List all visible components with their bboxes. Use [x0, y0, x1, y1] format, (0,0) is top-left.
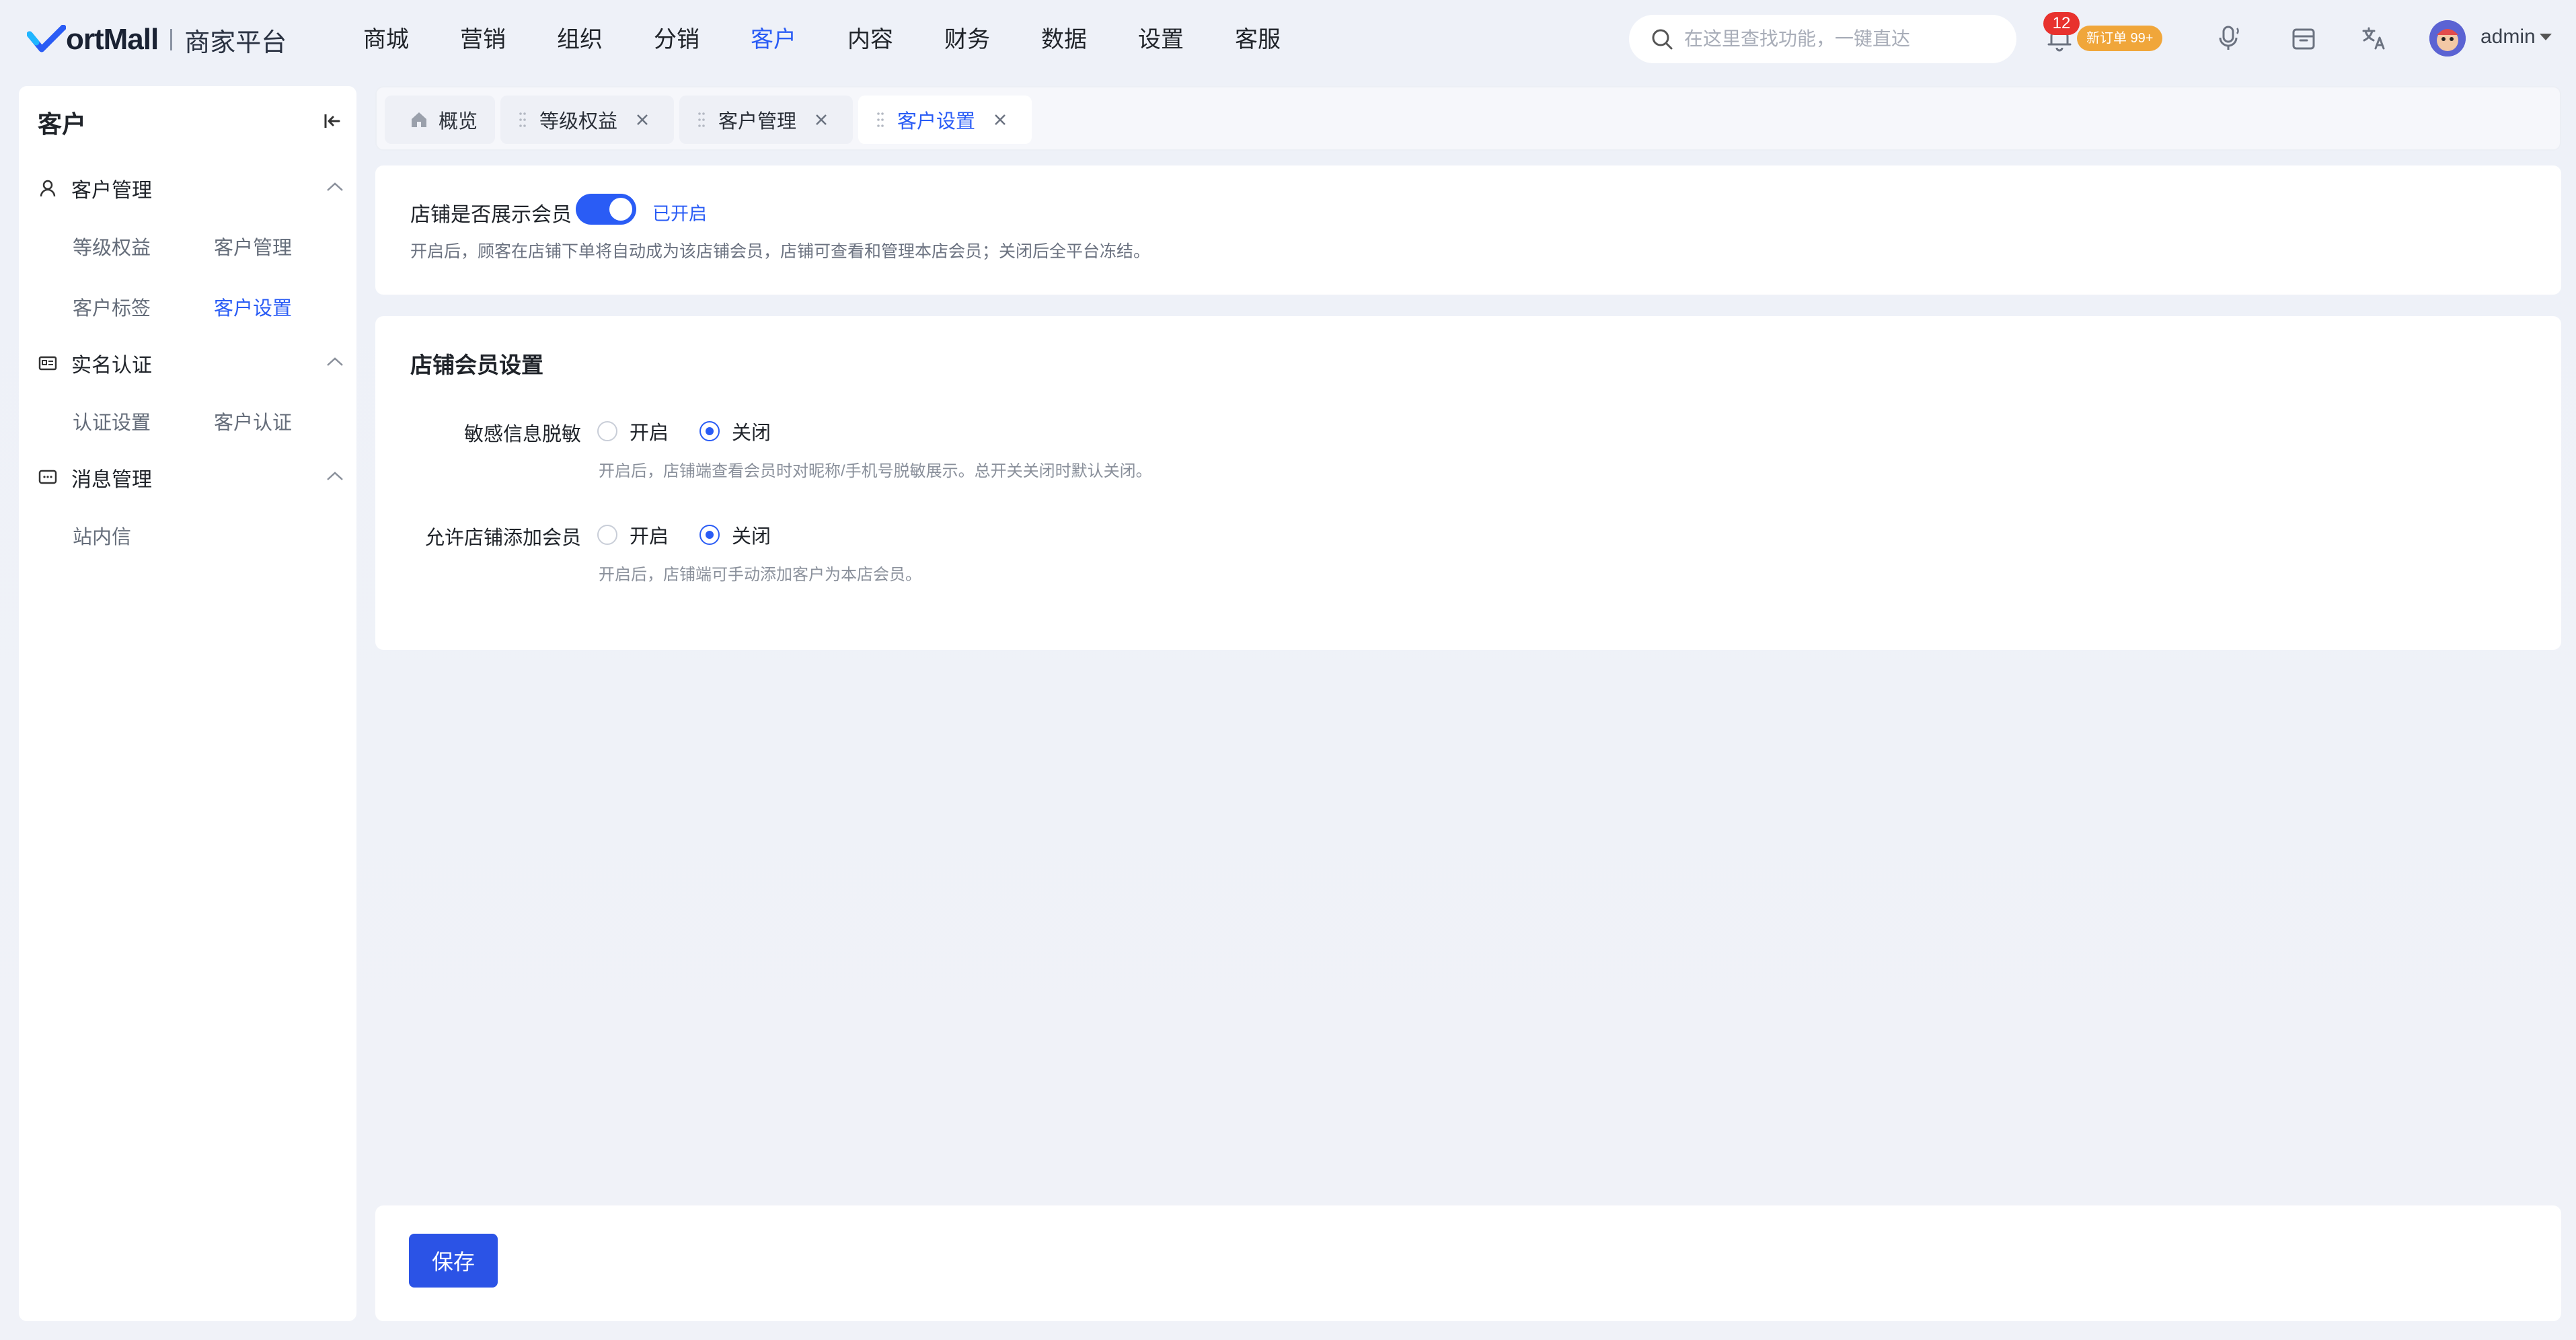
sidebar: 客户 客户管理 等级权益 客户管理 客户标签 客户设置 实名认证 认证设置 客户…: [19, 86, 356, 1321]
user-name[interactable]: admin: [2480, 26, 2536, 48]
brand-subtitle: 商家平台: [184, 28, 287, 57]
sidebar-group-label: 消息管理: [71, 469, 152, 491]
nav-organization[interactable]: 组织: [557, 20, 654, 59]
radio-circle[interactable]: [597, 525, 617, 545]
message-icon: [38, 470, 57, 484]
tab-label: 客户管理: [718, 111, 797, 133]
user-menu-caret-icon[interactable]: [2540, 34, 2552, 40]
close-icon[interactable]: [635, 112, 650, 127]
top-bar: ortMall 商家平台 商城 营销 组织 分销 客户 内容 财务 数据 设置 …: [0, 0, 2576, 79]
close-icon[interactable]: [993, 112, 1008, 127]
nav-data[interactable]: 数据: [1041, 20, 1138, 59]
nav-settings[interactable]: 设置: [1138, 20, 1235, 59]
avatar-face-icon: [2429, 20, 2466, 57]
tab-label: 等级权益: [539, 111, 618, 133]
nav-customer[interactable]: 客户: [751, 20, 847, 59]
field-label-sensitive-masking: 敏感信息脱敏: [463, 424, 581, 445]
radio-circle[interactable]: [699, 525, 720, 545]
member-display-hint: 开启后，顾客在店铺下单将自动成为该店铺会员，店铺可查看和管理本店会员；关闭后全平…: [410, 242, 1151, 261]
main-nav: 商城 营销 组织 分销 客户 内容 财务 数据 设置 客服: [363, 20, 1332, 59]
id-card-icon: [38, 356, 57, 371]
chevron-up-icon: [327, 182, 343, 191]
radio-allow-add-off[interactable]: 关闭: [699, 521, 771, 549]
member-display-label: 店铺是否展示会员: [410, 204, 572, 226]
sidebar-group-message-management[interactable]: 消息管理: [38, 457, 344, 498]
sidebar-item-customer-auth[interactable]: 客户认证: [214, 407, 292, 435]
field-hint-sensitive: 开启后，店铺端查看会员时对昵称/手机号脱敏展示。总开关关闭时默认关闭。: [599, 462, 1152, 480]
sidebar-item-site-messages[interactable]: 站内信: [73, 521, 131, 550]
store-icon[interactable]: [2288, 23, 2319, 54]
member-display-panel: 店铺是否展示会员 已开启 开启后，顾客在店铺下单将自动成为该店铺会员，店铺可查看…: [375, 165, 2561, 295]
tab-overview[interactable]: 概览: [385, 96, 495, 144]
drag-handle-icon[interactable]: [877, 111, 884, 128]
brand-logo[interactable]: ortMall 商家平台: [27, 20, 287, 59]
member-display-toggle[interactable]: [576, 194, 636, 225]
nav-distribution[interactable]: 分销: [654, 20, 751, 59]
nav-mall[interactable]: 商城: [363, 20, 460, 59]
sidebar-item-customer-tags[interactable]: 客户标签: [73, 293, 151, 321]
sidebar-item-auth-settings[interactable]: 认证设置: [73, 407, 151, 435]
sidebar-group-label: 实名认证: [71, 355, 152, 377]
drag-handle-icon[interactable]: [519, 111, 526, 128]
user-icon: [40, 180, 56, 197]
search-input[interactable]: [1684, 28, 1994, 50]
radio-label: 关闭: [732, 526, 771, 548]
radio-sensitive-on[interactable]: 开启: [597, 417, 669, 445]
tab-customer-settings[interactable]: 客户设置: [858, 96, 1032, 144]
drag-handle-icon[interactable]: [698, 111, 705, 128]
nav-content[interactable]: 内容: [847, 20, 944, 59]
sidebar-item-customer-management[interactable]: 客户管理: [214, 232, 292, 260]
footer-actions: 保存: [375, 1205, 2561, 1321]
collapse-sidebar-icon[interactable]: [321, 110, 343, 132]
microphone-icon[interactable]: [2214, 23, 2245, 54]
toggle-state-text: 已开启: [652, 204, 707, 224]
logo-check-icon: [27, 25, 66, 52]
tab-label: 客户设置: [897, 111, 976, 133]
member-settings-panel: 店铺会员设置 敏感信息脱敏 开启 关闭 开启后，店铺端查看会员时对昵称/手机号脱…: [375, 316, 2561, 650]
home-icon: [412, 112, 426, 127]
sidebar-item-customer-settings[interactable]: 客户设置: [214, 293, 292, 321]
nav-service[interactable]: 客服: [1235, 20, 1332, 59]
search-icon: [1652, 29, 1673, 50]
tab-customer-management[interactable]: 客户管理: [679, 96, 853, 144]
close-icon[interactable]: [814, 112, 829, 127]
tab-label: 概览: [439, 111, 478, 133]
save-button[interactable]: 保存: [409, 1234, 498, 1288]
new-order-badge[interactable]: 新订单 99+: [2077, 26, 2163, 51]
sidebar-group-label: 客户管理: [71, 180, 152, 202]
radio-sensitive-off[interactable]: 关闭: [699, 417, 771, 445]
notification-count-badge: 12: [2043, 12, 2080, 35]
radio-label: 开启: [630, 422, 669, 444]
radio-label: 开启: [630, 526, 669, 548]
sidebar-item-level-benefits[interactable]: 等级权益: [73, 232, 151, 260]
sidebar-group-customer-management[interactable]: 客户管理: [38, 168, 344, 209]
brand-separator: [170, 29, 173, 50]
global-search[interactable]: [1629, 15, 2016, 63]
nav-marketing[interactable]: 营销: [460, 20, 557, 59]
user-avatar[interactable]: [2429, 20, 2466, 57]
field-label-allow-add-member: 允许店铺添加会员: [424, 527, 581, 549]
radio-label: 关闭: [732, 422, 771, 444]
radio-circle[interactable]: [597, 421, 617, 441]
chevron-up-icon: [327, 357, 343, 366]
sidebar-title: 客户: [38, 110, 87, 138]
brand-name: ortMall: [66, 23, 159, 56]
field-hint-allow-add: 开启后，店铺端可手动添加客户为本店会员。: [599, 566, 921, 584]
translate-icon[interactable]: [2358, 23, 2389, 54]
section-title: 店铺会员设置: [410, 352, 543, 377]
radio-circle[interactable]: [699, 421, 720, 441]
sidebar-group-real-name-auth[interactable]: 实名认证: [38, 343, 344, 383]
nav-finance[interactable]: 财务: [944, 20, 1041, 59]
page-tabs: 概览 等级权益 客户管理 客户设置: [375, 86, 2561, 151]
chevron-up-icon: [327, 472, 343, 480]
radio-allow-add-on[interactable]: 开启: [597, 521, 669, 549]
tab-level-benefits[interactable]: 等级权益: [500, 96, 674, 144]
